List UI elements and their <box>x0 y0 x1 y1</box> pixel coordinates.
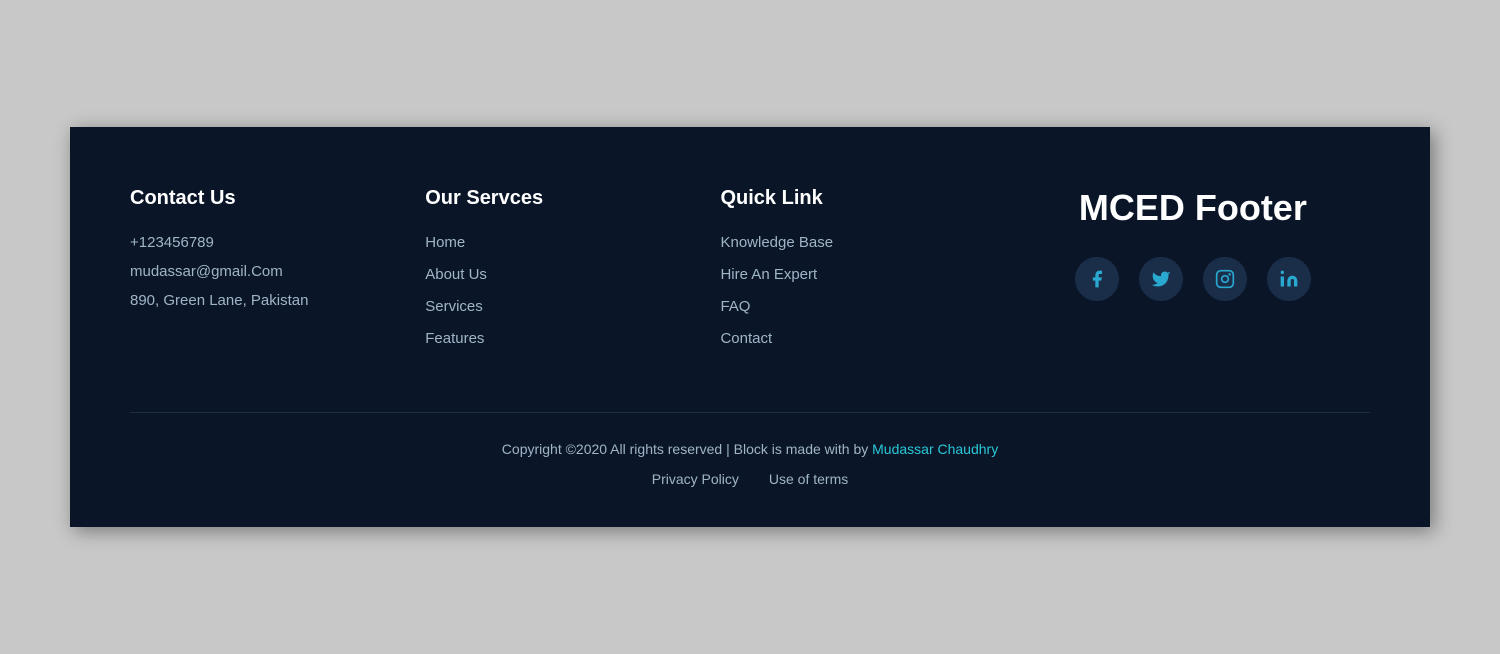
use-of-terms-link[interactable]: Use of terms <box>769 471 848 487</box>
list-item: Contact <box>720 330 1015 348</box>
copyright-static: Copyright ©2020 All rights reserved | Bl… <box>502 441 868 457</box>
list-item: Knowledge Base <box>720 234 1015 252</box>
instagram-icon[interactable] <box>1203 257 1247 301</box>
quicklink-knowledge-base[interactable]: Knowledge Base <box>720 234 833 251</box>
contact-heading: Contact Us <box>130 187 425 210</box>
list-item: Home <box>425 234 720 252</box>
facebook-icon[interactable] <box>1075 257 1119 301</box>
list-item: Hire An Expert <box>720 266 1015 284</box>
footer-top: Contact Us +123456789 mudassar@gmail.Com… <box>130 187 1370 362</box>
list-item: Features <box>425 330 720 348</box>
privacy-policy-link[interactable]: Privacy Policy <box>652 471 739 487</box>
contact-phone: +123456789 <box>130 234 425 251</box>
list-item: Services <box>425 298 720 316</box>
quicklink-faq[interactable]: FAQ <box>720 298 750 315</box>
services-link-about[interactable]: About Us <box>425 266 487 283</box>
quicklinks-list: Knowledge Base Hire An Expert FAQ Contac… <box>720 234 1015 348</box>
services-link-features[interactable]: Features <box>425 330 484 347</box>
copyright-text: Copyright ©2020 All rights reserved | Bl… <box>130 441 1370 457</box>
services-section: Our Servces Home About Us Services Featu… <box>425 187 720 362</box>
footer-links: Privacy Policy Use of terms <box>130 471 1370 487</box>
footer-bottom: Copyright ©2020 All rights reserved | Bl… <box>130 412 1370 487</box>
list-item: About Us <box>425 266 720 284</box>
author-link[interactable]: Mudassar Chaudhry <box>872 441 998 457</box>
services-list: Home About Us Services Features <box>425 234 720 348</box>
contact-address: 890, Green Lane, Pakistan <box>130 292 425 309</box>
quicklink-hire-expert[interactable]: Hire An Expert <box>720 266 817 283</box>
list-item: FAQ <box>720 298 1015 316</box>
contact-email: mudassar@gmail.Com <box>130 263 425 280</box>
quicklink-contact[interactable]: Contact <box>720 330 772 347</box>
services-heading: Our Servces <box>425 187 720 210</box>
contact-section: Contact Us +123456789 mudassar@gmail.Com… <box>130 187 425 321</box>
quicklinks-heading: Quick Link <box>720 187 1015 210</box>
linkedin-icon[interactable] <box>1267 257 1311 301</box>
brand-title: MCED Footer <box>1079 187 1307 229</box>
twitter-icon[interactable] <box>1139 257 1183 301</box>
services-link-home[interactable]: Home <box>425 234 465 251</box>
footer: Contact Us +123456789 mudassar@gmail.Com… <box>70 127 1430 527</box>
social-icons <box>1075 257 1311 301</box>
services-link-services[interactable]: Services <box>425 298 483 315</box>
quicklinks-section: Quick Link Knowledge Base Hire An Expert… <box>720 187 1015 362</box>
brand-section: MCED Footer <box>1016 187 1370 301</box>
